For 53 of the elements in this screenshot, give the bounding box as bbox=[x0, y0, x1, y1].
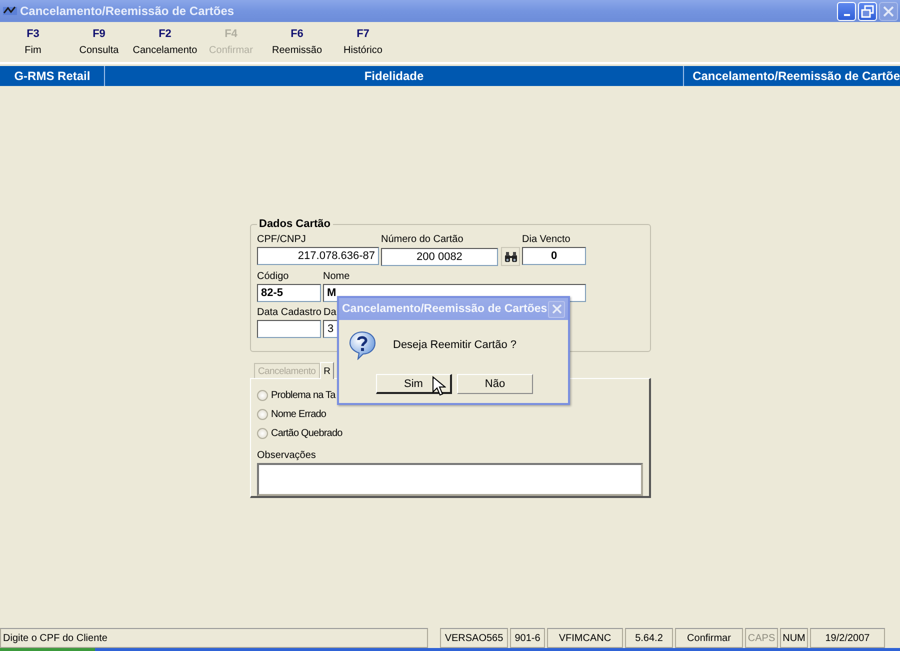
restore-icon bbox=[861, 4, 874, 18]
radio-button[interactable] bbox=[257, 428, 268, 438]
binoculars-icon bbox=[504, 250, 518, 262]
header-title: G-RMS Retail bbox=[0, 66, 106, 86]
dialog-title: Cancelamento/Reemissão de Cartões bbox=[342, 303, 548, 315]
status-text: Confirmar bbox=[675, 628, 743, 648]
toolbar-button[interactable]: F9 Consulta bbox=[66, 28, 132, 56]
toolbar-button[interactable]: F2 Cancelamento bbox=[132, 28, 198, 56]
status-text: NUM bbox=[780, 628, 808, 648]
input-field[interactable]: 200 0082 bbox=[381, 248, 498, 266]
radio-label: Cartão Quebrado bbox=[271, 428, 342, 438]
toolbar-button[interactable]: F7 Histórico bbox=[330, 28, 396, 56]
dialog-message: Deseja Reemitir Cartão ? bbox=[393, 339, 516, 351]
radio-label: Nome Errado bbox=[271, 408, 326, 420]
field-label: Data Cadastro bbox=[257, 307, 322, 318]
header-title: Fidelidade bbox=[105, 66, 684, 86]
input-field[interactable]: 0 bbox=[522, 247, 586, 265]
group-title: Dados Cartão bbox=[257, 218, 333, 230]
status-text: 5.64.2 bbox=[625, 628, 673, 648]
status-text: VERSAO565 bbox=[440, 628, 508, 648]
search-button[interactable] bbox=[501, 247, 520, 266]
field-label: Número do Cartão bbox=[381, 234, 464, 245]
toolbar-button[interactable]: F6 Reemissão bbox=[264, 28, 330, 56]
restore-button[interactable] bbox=[858, 2, 877, 20]
input-field[interactable]: 82-5 bbox=[257, 284, 321, 302]
input-field[interactable]: 217.078.636-87 bbox=[257, 247, 379, 265]
status-text: CAPS bbox=[745, 628, 778, 648]
field-label: CPF/CNPJ bbox=[257, 234, 307, 245]
radio-button[interactable] bbox=[257, 408, 268, 420]
radio-label: Problema na Ta bbox=[271, 390, 336, 400]
status-text: Digite o CPF do Cliente bbox=[0, 628, 428, 648]
status-text: 901-6 bbox=[510, 628, 545, 648]
question-icon bbox=[348, 330, 377, 360]
field-label: Dia Vencto bbox=[522, 234, 572, 245]
field-label: Código bbox=[257, 271, 290, 282]
minimize-button[interactable] bbox=[837, 2, 856, 20]
field-label: Nome bbox=[323, 271, 351, 282]
cursor-icon bbox=[432, 376, 446, 396]
toolbar-button[interactable]: F3 Fim bbox=[0, 28, 66, 56]
dialog-button[interactable]: Sim bbox=[376, 374, 452, 394]
status-text: 19/2/2007 bbox=[810, 628, 885, 648]
minimize-icon bbox=[844, 14, 850, 16]
dialog-button[interactable]: Não bbox=[457, 374, 533, 394]
status-text: VFIMCANC bbox=[547, 628, 623, 648]
close-icon bbox=[552, 304, 562, 314]
radio-button[interactable] bbox=[257, 390, 268, 400]
header-title: Cancelamento/Reemissão de Cartõe bbox=[692, 68, 900, 85]
window-title: Cancelamento/Reemissão de Cartões bbox=[20, 4, 234, 18]
tab[interactable]: R bbox=[320, 362, 334, 379]
field-label: Observações bbox=[257, 450, 317, 461]
input-field[interactable] bbox=[257, 320, 321, 338]
close-icon bbox=[883, 6, 894, 16]
input-field[interactable] bbox=[257, 463, 643, 496]
